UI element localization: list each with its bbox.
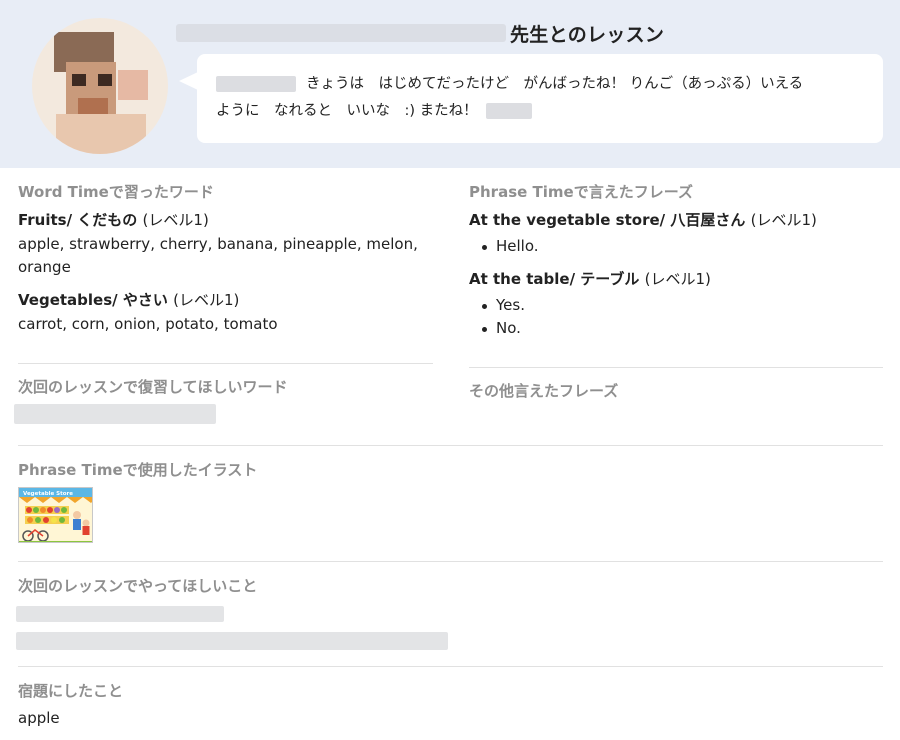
phrase-group-title-vegetable-store: At the vegetable store/ 八百屋さん (レベル1) [469, 209, 817, 230]
word-list-line: carrot, corn, onion, potato, tomato [18, 315, 278, 333]
other-phrases-title: その他言えたフレーズ [469, 382, 619, 400]
next-lesson-request-title: 次回のレッスンでやってほしいこと [18, 577, 258, 595]
word-group-title-fruits: Fruits/ くだもの (レベル1) [18, 209, 209, 230]
speech-bubble-tail [179, 72, 198, 90]
word-list-line: apple, strawberry, cherry, banana, pinea… [18, 235, 418, 253]
group-name: At the table/ テーブル [469, 270, 640, 288]
illustration-image: Vegetable Store [19, 488, 92, 542]
word-list-vegetables: carrot, corn, onion, potato, tomato [18, 313, 278, 336]
group-level: (レベル1) [173, 291, 240, 309]
word-group-title-vegetables: Vegetables/ やさい (レベル1) [18, 289, 239, 310]
divider [469, 367, 883, 368]
phrase-item: Hello. [469, 235, 539, 258]
phrase-time-title: Phrase Timeで言えたフレーズ [469, 183, 693, 201]
illustration-title: Phrase Timeで使用したイラスト [18, 461, 258, 479]
message-line-1: きょうは はじめてだったけど がんばったね！ りんご（あっぷる）いえる [216, 71, 863, 98]
phrase-item: No. [469, 317, 525, 340]
redacted-request-line-1 [16, 606, 224, 622]
word-list-line: orange [18, 258, 71, 276]
lesson-heading: 先生とのレッスン [510, 23, 665, 46]
redacted-teacher-name [176, 24, 506, 42]
vegetable-store-illustration[interactable]: Vegetable Store [18, 487, 93, 543]
message-text-2: ように なれると いいな :) またね！ [216, 103, 478, 119]
teacher-avatar [32, 18, 168, 154]
word-time-title: Word Timeで習ったワード [18, 183, 214, 201]
message-line-2: ように なれると いいな :) またね！ [216, 98, 863, 125]
word-list-fruits: apple, strawberry, cherry, banana, pinea… [18, 233, 418, 279]
homework-title: 宿題にしたこと [18, 682, 124, 700]
group-level: (レベル1) [142, 211, 209, 229]
review-words-title: 次回のレッスンで復習してほしいワード [18, 378, 288, 396]
group-level: (レベル1) [644, 270, 711, 288]
teacher-message-header: 先生とのレッスン きょうは はじめてだったけど がんばったね！ りんご（あっぷる… [0, 0, 900, 168]
phrase-list-table: Yes. No. [469, 294, 525, 340]
group-name: Fruits/ くだもの [18, 211, 138, 229]
group-name: At the vegetable store/ 八百屋さん [469, 211, 746, 229]
phrase-list-vegetable-store: Hello. [469, 235, 539, 258]
divider [18, 561, 883, 562]
illustration-caption: Vegetable Store [23, 491, 73, 497]
group-level: (レベル1) [750, 211, 817, 229]
teacher-message-bubble: きょうは はじめてだったけど がんばったね！ りんご（あっぷる）いえる ように … [197, 54, 883, 143]
homework-value: apple [18, 709, 60, 727]
redacted-request-line-2 [16, 632, 448, 650]
group-name: Vegetables/ やさい [18, 291, 168, 309]
divider [18, 363, 433, 364]
redacted-student-name [216, 76, 296, 92]
teacher-name-line: 先生とのレッスン [176, 20, 664, 46]
redacted-signature [485, 103, 532, 119]
divider [18, 666, 883, 667]
phrase-item: Yes. [469, 294, 525, 317]
redacted-review-words [14, 404, 216, 424]
divider [18, 445, 883, 446]
phrase-group-title-table: At the table/ テーブル (レベル1) [469, 268, 711, 289]
message-text-1: きょうは はじめてだったけど がんばったね！ りんご（あっぷる）いえる [306, 76, 804, 92]
